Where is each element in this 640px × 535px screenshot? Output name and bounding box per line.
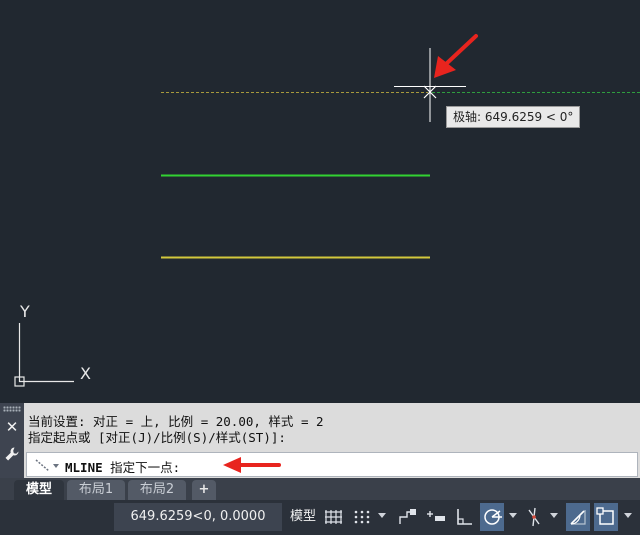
model-space-button[interactable]: 模型 (286, 503, 320, 531)
infer-constraints-icon[interactable] (396, 503, 420, 531)
ortho-icon[interactable] (452, 503, 476, 531)
tab-layout1[interactable]: 布局1 (67, 480, 125, 500)
drag-grip-icon[interactable] (3, 406, 21, 412)
command-prompt-icon[interactable] (33, 456, 63, 474)
close-icon[interactable]: ✕ (0, 416, 24, 438)
chevron-down-icon[interactable] (550, 513, 558, 518)
command-history: 当前设置: 对正 = 上, 比例 = 20.00, 样式 = 2 指定起点或 [… (28, 414, 636, 446)
chevron-down-icon[interactable] (378, 513, 386, 518)
grid-icon[interactable] (322, 503, 346, 531)
layout-tab-bar: 模型 布局1 布局2 + (0, 478, 640, 500)
status-bar: 649.6259<0, 0.0000 模型 (0, 500, 640, 535)
object-snap-tracking-icon[interactable] (566, 503, 590, 531)
drawing-svg[interactable] (0, 0, 640, 403)
ucs-x-label: X (80, 364, 91, 383)
history-line: 当前设置: 对正 = 上, 比例 = 20.00, 样式 = 2 (28, 414, 324, 429)
ucs-y-label: Y (20, 302, 30, 321)
command-input[interactable]: MLINE 指定下一点: (26, 452, 638, 477)
ucs-icon (14, 323, 74, 387)
snap-dots-icon[interactable] (350, 503, 374, 531)
tab-model[interactable]: 模型 (14, 480, 64, 500)
polar-tracking-icon[interactable] (480, 503, 504, 531)
wrench-icon[interactable] (0, 443, 24, 465)
chevron-down-icon[interactable] (509, 513, 517, 518)
coordinates-display[interactable]: 649.6259<0, 0.0000 (114, 503, 282, 531)
isodraft-icon[interactable] (522, 503, 546, 531)
command-line-sidebar: ✕ (0, 403, 24, 478)
drawing-canvas[interactable]: Y X 极轴: 649.6259 < 0° (0, 0, 640, 403)
chevron-down-icon[interactable] (624, 513, 632, 518)
history-line: 指定起点或 [对正(J)/比例(S)/样式(ST)]: (28, 430, 286, 445)
polar-tooltip: 极轴: 649.6259 < 0° (446, 106, 581, 128)
dynamic-input-icon[interactable] (424, 503, 448, 531)
annotation-arrow-red (434, 34, 478, 78)
annotation-arrow-red-2 (223, 457, 281, 473)
add-layout-button[interactable]: + (192, 480, 216, 500)
object-snap-icon[interactable] (594, 503, 618, 531)
tab-layout2[interactable]: 布局2 (128, 480, 186, 500)
command-prompt-text: MLINE 指定下一点: (65, 460, 181, 475)
